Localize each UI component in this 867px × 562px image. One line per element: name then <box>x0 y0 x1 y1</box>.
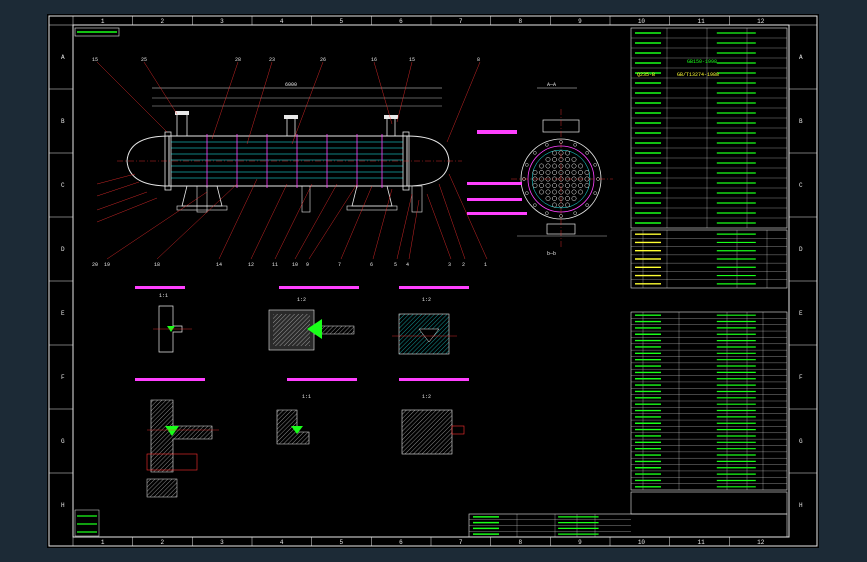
detail-5-scale: 1:1 <box>302 394 311 400</box>
balloon-label: 2 <box>462 262 465 268</box>
balloon-label: 9 <box>306 262 309 268</box>
column-marker-bottom: 5 <box>340 539 344 546</box>
column-marker-top: 2 <box>161 18 165 25</box>
main-length-dim: 6000 <box>285 82 297 88</box>
row-marker-left: E <box>61 310 65 317</box>
parts-list <box>630 311 788 491</box>
row-marker-left: A <box>61 54 65 61</box>
detail-6-scale: 1:2 <box>422 394 431 400</box>
column-marker-bottom: 11 <box>698 539 706 546</box>
column-marker-top: 5 <box>340 18 344 25</box>
column-marker-top: 12 <box>757 18 765 25</box>
column-marker-bottom: 10 <box>638 539 646 546</box>
detail-1-scale: 1:1 <box>159 293 168 299</box>
detail-3-scale: 1:2 <box>422 297 431 303</box>
column-marker-bottom: 9 <box>578 539 582 546</box>
nozzle-rows <box>631 230 787 288</box>
balloon-label: 20 <box>92 262 98 268</box>
row-marker-left: H <box>61 502 65 509</box>
balloon-label: 14 <box>216 262 222 268</box>
column-marker-top: 8 <box>519 18 523 25</box>
column-marker-bottom: 12 <box>757 539 765 546</box>
main-heat-exchanger-view: 6000 15 25 28 23 26 16 15 8 20 19 18 14 … <box>92 57 488 268</box>
balloon-label: 6 <box>370 262 373 268</box>
row-marker-left: B <box>61 118 65 125</box>
balloons-bottom: 20 19 18 14 12 11 10 9 7 6 5 4 3 2 1 <box>92 262 487 268</box>
technical-requirements-table: GB150-1998 Q235-B GB/T13274-1988 <box>630 27 788 229</box>
balloon-label: 26 <box>320 57 326 63</box>
column-marker-top: 10 <box>638 18 646 25</box>
row-marker-left: C <box>61 182 65 189</box>
detail-2-scale: 1:2 <box>297 297 306 303</box>
balloon-label: 5 <box>394 262 397 268</box>
section-title: A—A <box>547 82 556 88</box>
material-spec: Q235-B <box>637 72 655 78</box>
row-marker-right: E <box>799 310 803 317</box>
row-marker-right: D <box>799 246 803 253</box>
parts-rows <box>631 312 787 490</box>
row-marker-left: G <box>61 438 65 445</box>
detail-views: 1:1 1:2 1:2 1:1 1:2 <box>135 286 469 498</box>
row-marker-right: F <box>799 374 803 381</box>
balloon-label: 12 <box>248 262 254 268</box>
material-standard: GB/T13274-1988 <box>677 72 719 78</box>
section-sub-title: b—b <box>547 251 556 257</box>
balloon-label: 23 <box>269 57 275 63</box>
row-marker-right: H <box>799 502 803 509</box>
title-rows <box>469 514 631 537</box>
balloon-label: 10 <box>292 262 298 268</box>
balloon-label: 1 <box>484 262 487 268</box>
balloon-label: 18 <box>154 262 160 268</box>
row-marker-left: D <box>61 246 65 253</box>
column-marker-bottom: 1 <box>101 539 105 546</box>
balloon-label: 19 <box>104 262 110 268</box>
column-marker-bottom: 4 <box>280 539 284 546</box>
balloon-label: 4 <box>406 262 409 268</box>
column-marker-top: 3 <box>220 18 224 25</box>
column-marker-bottom: 7 <box>459 539 463 546</box>
balloon-label: 25 <box>141 57 147 63</box>
column-marker-bottom: 6 <box>399 539 403 546</box>
column-marker-top: 4 <box>280 18 284 25</box>
balloon-label: 15 <box>92 57 98 63</box>
title-block <box>74 491 788 538</box>
balloon-label: 3 <box>448 262 451 268</box>
nozzle-table <box>630 229 788 289</box>
column-marker-bottom: 8 <box>519 539 523 546</box>
row-marker-right: C <box>799 182 803 189</box>
column-marker-top: 6 <box>399 18 403 25</box>
balloon-label: 11 <box>272 262 278 268</box>
balloon-label: 15 <box>409 57 415 63</box>
column-marker-top: 9 <box>578 18 582 25</box>
balloon-label: 8 <box>477 57 480 63</box>
tech-rows <box>631 28 787 228</box>
balloon-label: 7 <box>338 262 341 268</box>
section-view-a-a: A—A b—b <box>467 82 613 257</box>
drawing-sheet: 1 1 2 2 3 3 4 4 5 5 6 6 7 7 8 8 9 9 10 10 11 11 12 12 A A B B C C D D E E… <box>47 14 819 548</box>
design-standard: GB150-1998 <box>687 59 717 65</box>
row-marker-right: A <box>799 54 803 61</box>
column-marker-bottom: 2 <box>161 539 165 546</box>
inner-border <box>72 24 790 538</box>
balloon-label: 28 <box>235 57 241 63</box>
column-marker-top: 7 <box>459 18 463 25</box>
column-marker-top: 1 <box>101 18 105 25</box>
cad-drawing: 112233445566778899101011111212A AB BC CD DE E… <box>48 15 818 547</box>
row-marker-right: G <box>799 438 803 445</box>
row-marker-left: F <box>61 374 65 381</box>
row-marker-right: B <box>799 118 803 125</box>
balloons-top: 15 25 28 23 26 16 15 8 <box>92 57 480 63</box>
balloon-label: 16 <box>371 57 377 63</box>
column-marker-bottom: 3 <box>220 539 224 546</box>
column-marker-top: 11 <box>698 18 706 25</box>
